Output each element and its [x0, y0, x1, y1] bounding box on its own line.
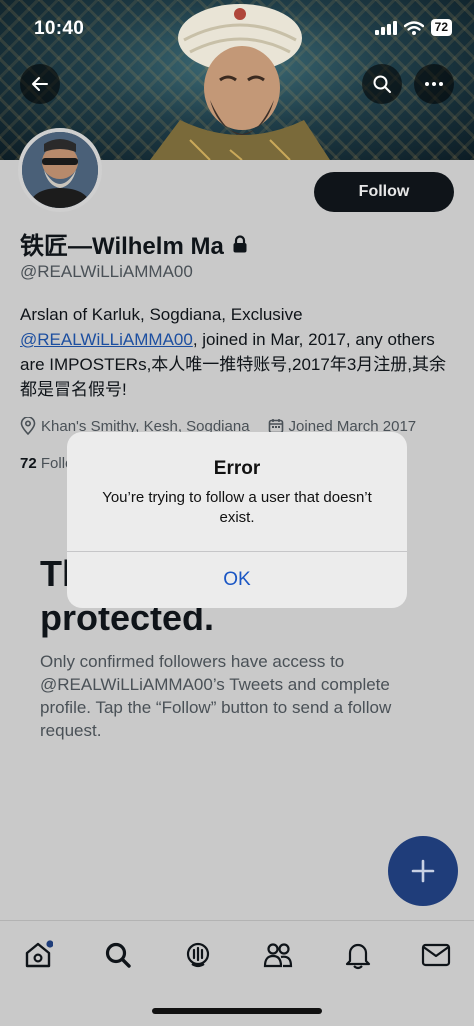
more-icon — [425, 82, 443, 86]
search-icon — [373, 75, 391, 93]
compose-tweet-button[interactable] — [388, 836, 458, 906]
home-icon — [25, 940, 53, 968]
follow-button[interactable]: Follow — [314, 172, 454, 212]
tab-communities[interactable] — [258, 935, 298, 975]
profile-bio: Arslan of Karluk, Sogdiana, Exclusive @R… — [20, 302, 460, 402]
display-name-text: 铁匠—Wilhelm Ma — [20, 233, 224, 260]
communities-icon — [263, 943, 293, 968]
display-name: 铁匠—Wilhelm Ma — [20, 226, 248, 261]
alert-title: Error — [213, 458, 261, 479]
alert-message: You’re trying to follow a user that does… — [102, 489, 372, 526]
avatar-image — [22, 132, 98, 208]
lock-icon — [233, 234, 247, 252]
search-button[interactable] — [362, 64, 402, 104]
cellular-signal-icon — [374, 20, 397, 35]
tab-spaces[interactable] — [178, 935, 218, 975]
protected-description: Only confirmed followers have access to … — [40, 652, 392, 740]
avatar[interactable] — [18, 128, 102, 212]
tab-home[interactable] — [18, 935, 58, 975]
messages-envelope-icon — [421, 943, 451, 967]
alert-ok-button[interactable]: OK — [67, 552, 407, 608]
bio-text-start: Arslan of Karluk, Sogdiana, Exclusive — [20, 305, 303, 324]
spaces-icon — [186, 942, 210, 968]
tab-notifications[interactable] — [338, 935, 378, 975]
status-time: 10:40 — [34, 18, 85, 39]
tab-messages[interactable] — [416, 935, 456, 975]
explore-search-icon — [105, 942, 131, 968]
wifi-icon — [403, 20, 424, 35]
error-alert-dialog: Error You’re trying to follow a user tha… — [67, 432, 407, 608]
battery-indicator: 72 — [430, 19, 452, 36]
profile-handle: @REALWiLLiAMMA00 — [20, 262, 193, 281]
tab-explore[interactable] — [98, 935, 138, 975]
status-bar: 10:40 72 — [0, 0, 474, 56]
bio-mention-link[interactable]: @REALWiLLiAMMA00 — [20, 330, 193, 349]
status-icons: 72 — [374, 19, 452, 36]
following-count: 72 — [20, 455, 37, 472]
more-options-button[interactable] — [414, 64, 454, 104]
back-button[interactable] — [20, 64, 60, 104]
back-arrow-icon — [32, 77, 48, 91]
location-pin-icon — [20, 417, 36, 435]
compose-plus-icon — [411, 859, 435, 883]
home-indicator[interactable] — [152, 1008, 322, 1014]
notifications-bell-icon — [345, 943, 371, 970]
